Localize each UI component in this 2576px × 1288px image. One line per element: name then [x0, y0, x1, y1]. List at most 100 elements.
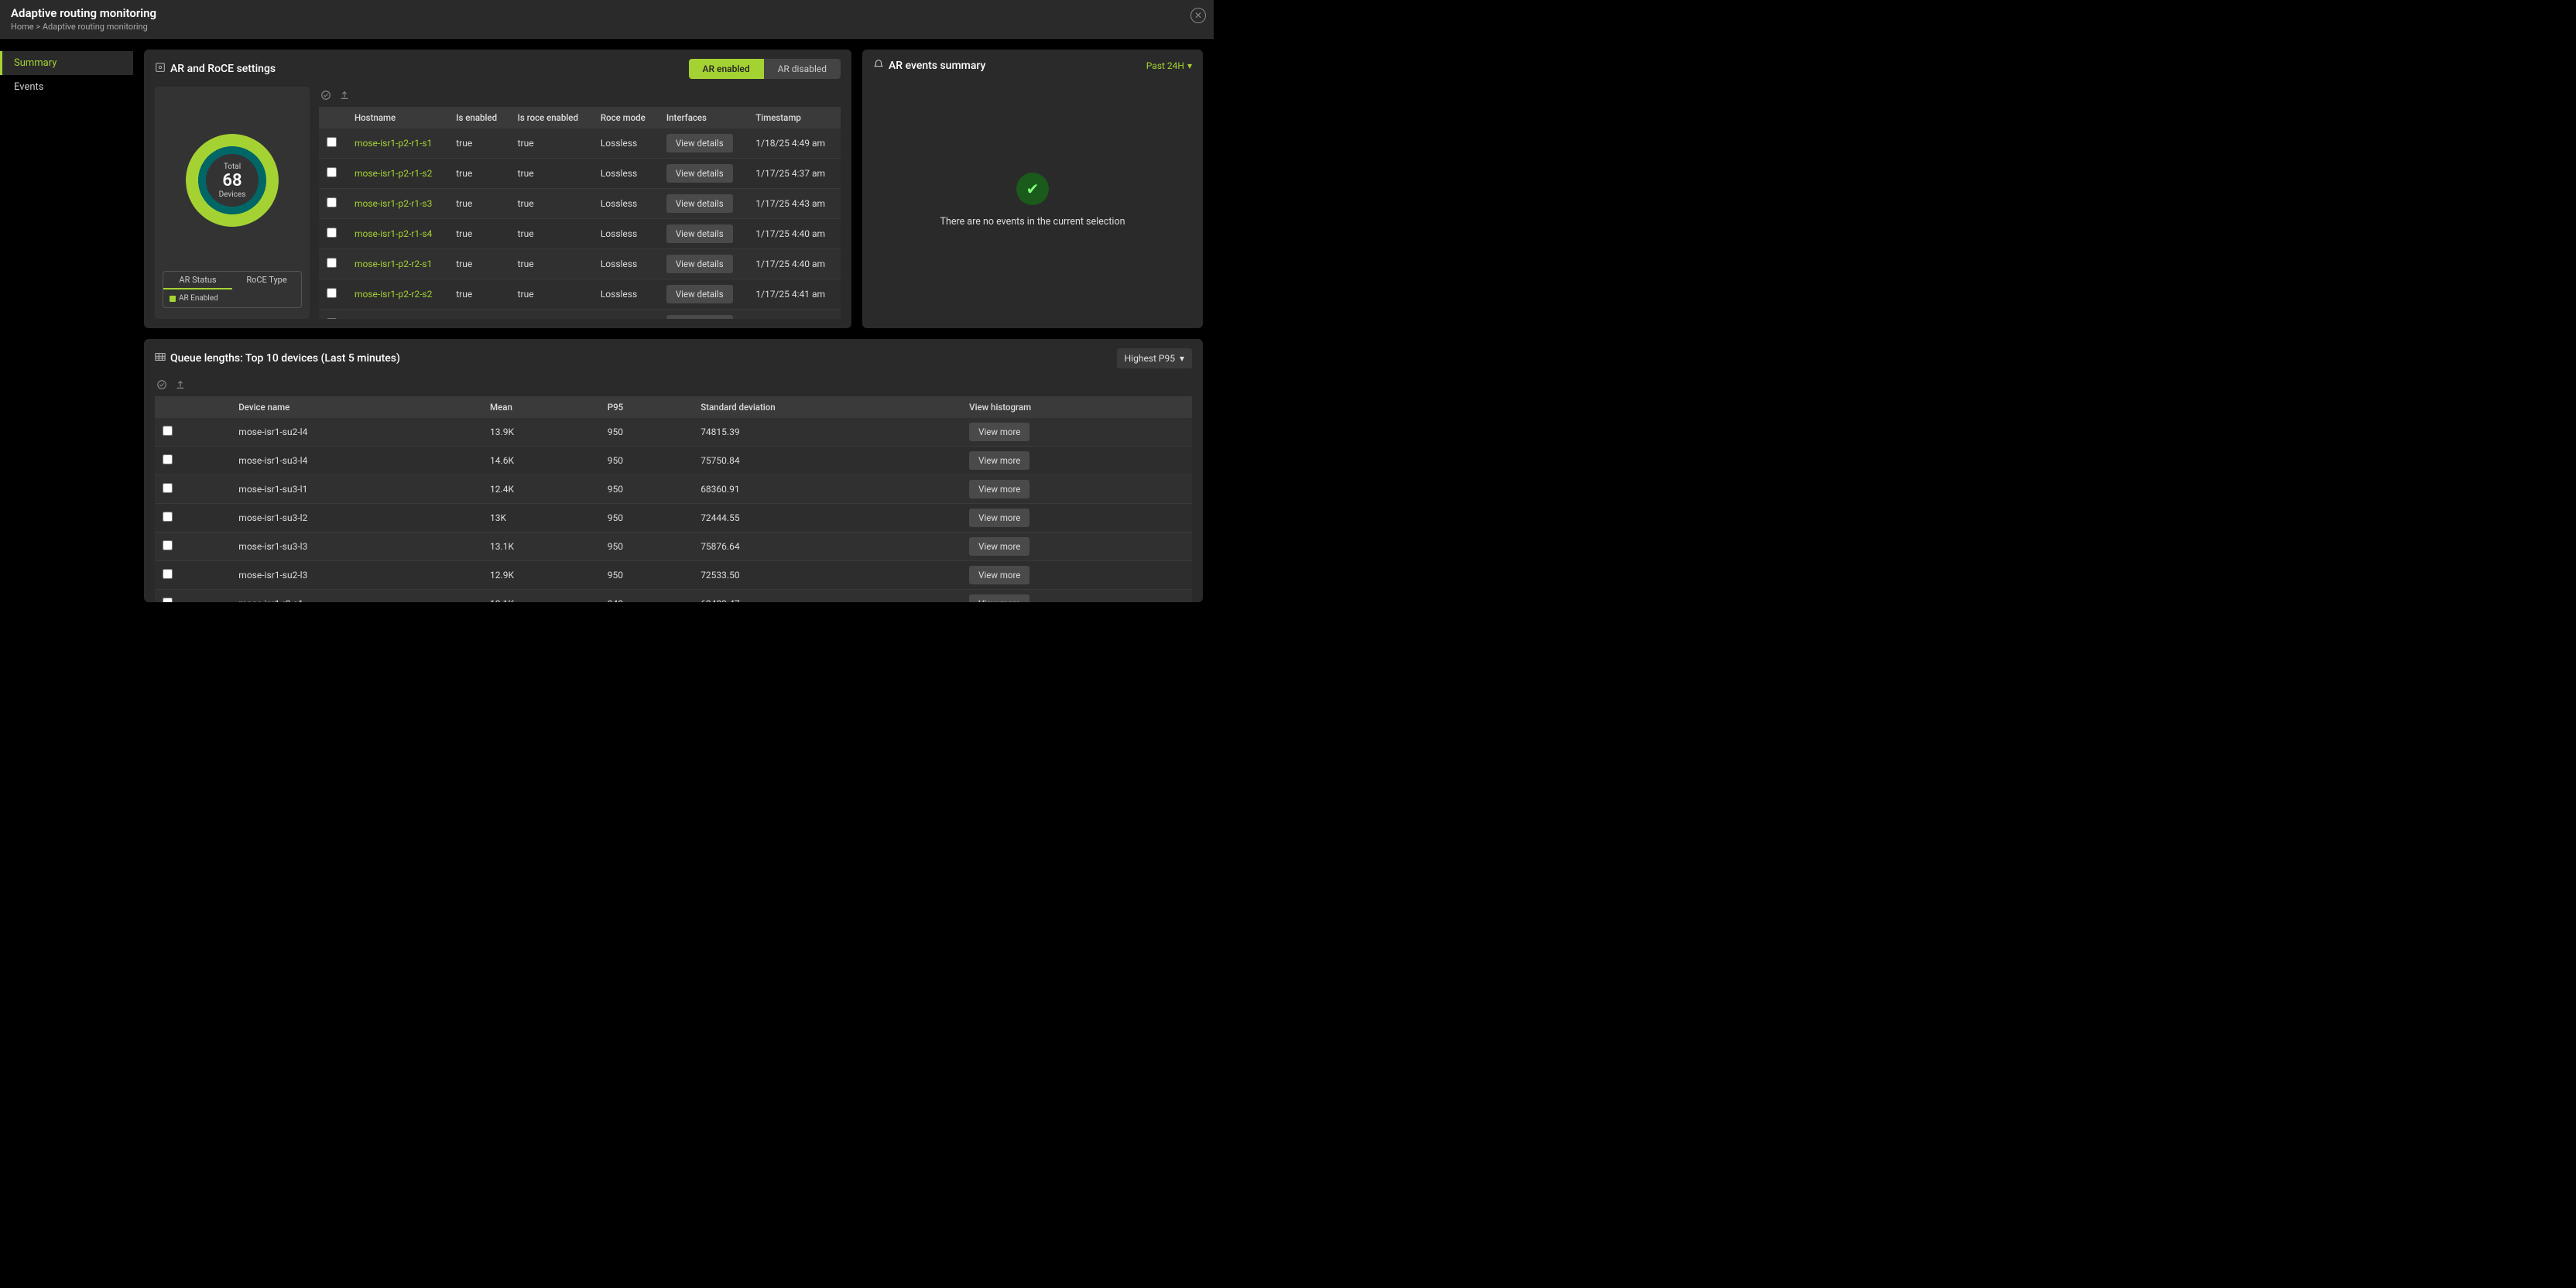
table-row: mose-isr1-p2-r1-s3truetrueLosslessView d…	[319, 189, 841, 219]
row-checkbox[interactable]	[163, 483, 173, 493]
column-header[interactable]	[155, 396, 231, 418]
table-row: mose-isr1-p2-r2-s1truetrueLosslessView d…	[319, 249, 841, 279]
table-row: mose-isr1-p2-r1-s4truetrueLosslessView d…	[319, 219, 841, 249]
tab-roce-type[interactable]: RoCE Type	[232, 272, 301, 289]
view-details-button[interactable]: View details	[666, 134, 733, 152]
legend-swatch	[170, 296, 176, 302]
device-name-cell: mose-isr1-su3-l3	[231, 533, 482, 561]
view-details-button[interactable]: View details	[666, 194, 733, 213]
view-details-button[interactable]: View details	[666, 315, 733, 319]
ar-settings-panel: AR and RoCE settings AR enabled AR disab…	[144, 50, 851, 328]
column-header[interactable]: Mean	[482, 396, 600, 418]
view-more-button[interactable]: View more	[969, 566, 1029, 584]
queue-sort-dropdown[interactable]: Highest P95 ▾	[1117, 348, 1192, 368]
view-more-button[interactable]: View more	[969, 509, 1029, 527]
events-panel-title: AR events summary	[889, 60, 985, 72]
device-name-cell: mose-isr1-su2-l4	[231, 418, 482, 447]
donut-legend: AR Enabled	[163, 289, 301, 307]
tab-ar-status[interactable]: AR Status	[163, 272, 232, 289]
column-header[interactable]: Standard deviation	[693, 396, 961, 418]
breadcrumb-home[interactable]: Home	[11, 22, 34, 32]
view-details-button[interactable]: View details	[666, 164, 733, 183]
row-checkbox[interactable]	[163, 569, 173, 579]
select-all-icon[interactable]	[320, 90, 331, 101]
row-checkbox[interactable]	[163, 426, 173, 436]
column-header[interactable]: P95	[600, 396, 693, 418]
table-row: mose-isr1-su2-l413.9K95074815.39View mor…	[155, 418, 1192, 447]
donut-card: Total 68 Devices AR Status RoCE Type	[155, 87, 310, 319]
row-checkbox[interactable]	[327, 167, 337, 177]
donut-count: 68	[222, 171, 242, 190]
ar-panel-title: AR and RoCE settings	[170, 63, 276, 75]
hostname-cell[interactable]: mose-isr1-p2-r1-s2	[347, 159, 448, 189]
sidebar-item-events[interactable]: Events	[0, 75, 133, 99]
device-name-cell: mose-isr1-su2-l3	[231, 561, 482, 590]
app-header: Adaptive routing monitoring Home > Adapt…	[0, 0, 1214, 39]
column-header[interactable]: Timestamp	[748, 107, 841, 128]
hostname-cell[interactable]: mose-isr1-p2-r2-s3	[347, 310, 448, 320]
device-name-cell: mose-isr1-su3-l4	[231, 447, 482, 475]
queue-panel: Queue lengths: Top 10 devices (Last 5 mi…	[144, 339, 1203, 602]
close-button[interactable]: ✕	[1190, 8, 1206, 23]
view-details-button[interactable]: View details	[666, 285, 733, 303]
column-header[interactable]: Is roce enabled	[510, 107, 593, 128]
view-details-button[interactable]: View details	[666, 224, 733, 243]
queue-panel-title: Queue lengths: Top 10 devices (Last 5 mi…	[170, 352, 400, 365]
sidebar: Summary Events	[0, 39, 133, 613]
row-checkbox[interactable]	[327, 318, 337, 319]
view-more-button[interactable]: View more	[969, 423, 1029, 441]
hostname-cell[interactable]: mose-isr1-p2-r2-s1	[347, 249, 448, 279]
select-all-icon[interactable]	[156, 379, 167, 390]
hostname-cell[interactable]: mose-isr1-p2-r1-s3	[347, 189, 448, 219]
column-header[interactable]: Device name	[231, 396, 482, 418]
ar-disabled-toggle[interactable]: AR disabled	[764, 59, 841, 79]
view-more-button[interactable]: View more	[969, 594, 1029, 602]
view-more-button[interactable]: View more	[969, 480, 1029, 498]
no-events-text: There are no events in the current selec…	[940, 216, 1125, 228]
chevron-down-icon: ▾	[1180, 353, 1184, 364]
device-name-cell: mose-isr1-r3-s1	[231, 590, 482, 603]
row-checkbox[interactable]	[327, 258, 337, 268]
export-icon[interactable]	[339, 90, 350, 101]
view-more-button[interactable]: View more	[969, 537, 1029, 556]
view-details-button[interactable]: View details	[666, 255, 733, 273]
table-icon	[155, 351, 166, 365]
ok-check-icon: ✔	[1016, 173, 1049, 205]
device-name-cell: mose-isr1-su3-l2	[231, 504, 482, 533]
settings-icon	[155, 62, 166, 76]
table-row: mose-isr1-p2-r1-s1truetrueLosslessView d…	[319, 128, 841, 159]
row-checkbox[interactable]	[163, 540, 173, 550]
row-checkbox[interactable]	[163, 512, 173, 522]
row-checkbox[interactable]	[163, 454, 173, 464]
hostname-cell[interactable]: mose-isr1-p2-r1-s4	[347, 219, 448, 249]
column-header[interactable]: View histogram	[961, 396, 1192, 418]
bell-icon	[873, 59, 884, 73]
column-header[interactable]: Roce mode	[593, 107, 659, 128]
column-header[interactable]: Interfaces	[659, 107, 748, 128]
hostname-cell[interactable]: mose-isr1-p2-r2-s2	[347, 279, 448, 310]
sidebar-item-summary[interactable]: Summary	[0, 51, 133, 75]
row-checkbox[interactable]	[327, 228, 337, 238]
table-row: mose-isr1-su3-l213K95072444.55View more	[155, 504, 1192, 533]
row-checkbox[interactable]	[163, 598, 173, 602]
table-row: mose-isr1-p2-r2-s3truetrueLosslessView d…	[319, 310, 841, 320]
table-row: mose-isr1-p2-r2-s2truetrueLosslessView d…	[319, 279, 841, 310]
table-row: mose-isr1-su3-l414.6K95075750.84View mor…	[155, 447, 1192, 475]
row-checkbox[interactable]	[327, 288, 337, 298]
donut-chart: Total 68 Devices	[186, 134, 279, 227]
hostname-cell[interactable]: mose-isr1-p2-r1-s1	[347, 128, 448, 159]
table-row: mose-isr1-p2-r1-s2truetrueLosslessView d…	[319, 159, 841, 189]
breadcrumb-current: Adaptive routing monitoring	[43, 22, 148, 32]
export-icon[interactable]	[175, 379, 186, 390]
row-checkbox[interactable]	[327, 197, 337, 207]
column-header[interactable]: Is enabled	[448, 107, 509, 128]
column-header[interactable]	[319, 107, 347, 128]
column-header[interactable]: Hostname	[347, 107, 448, 128]
view-more-button[interactable]: View more	[969, 451, 1029, 470]
events-range-dropdown[interactable]: Past 24H ▾	[1146, 60, 1192, 71]
row-checkbox[interactable]	[327, 137, 337, 147]
ar-enabled-toggle[interactable]: AR enabled	[689, 59, 764, 79]
chevron-down-icon: ▾	[1187, 60, 1192, 71]
table-row: mose-isr1-su3-l313.1K95075876.64View mor…	[155, 533, 1192, 561]
ar-devices-table: HostnameIs enabledIs roce enabledRoce mo…	[319, 107, 841, 319]
